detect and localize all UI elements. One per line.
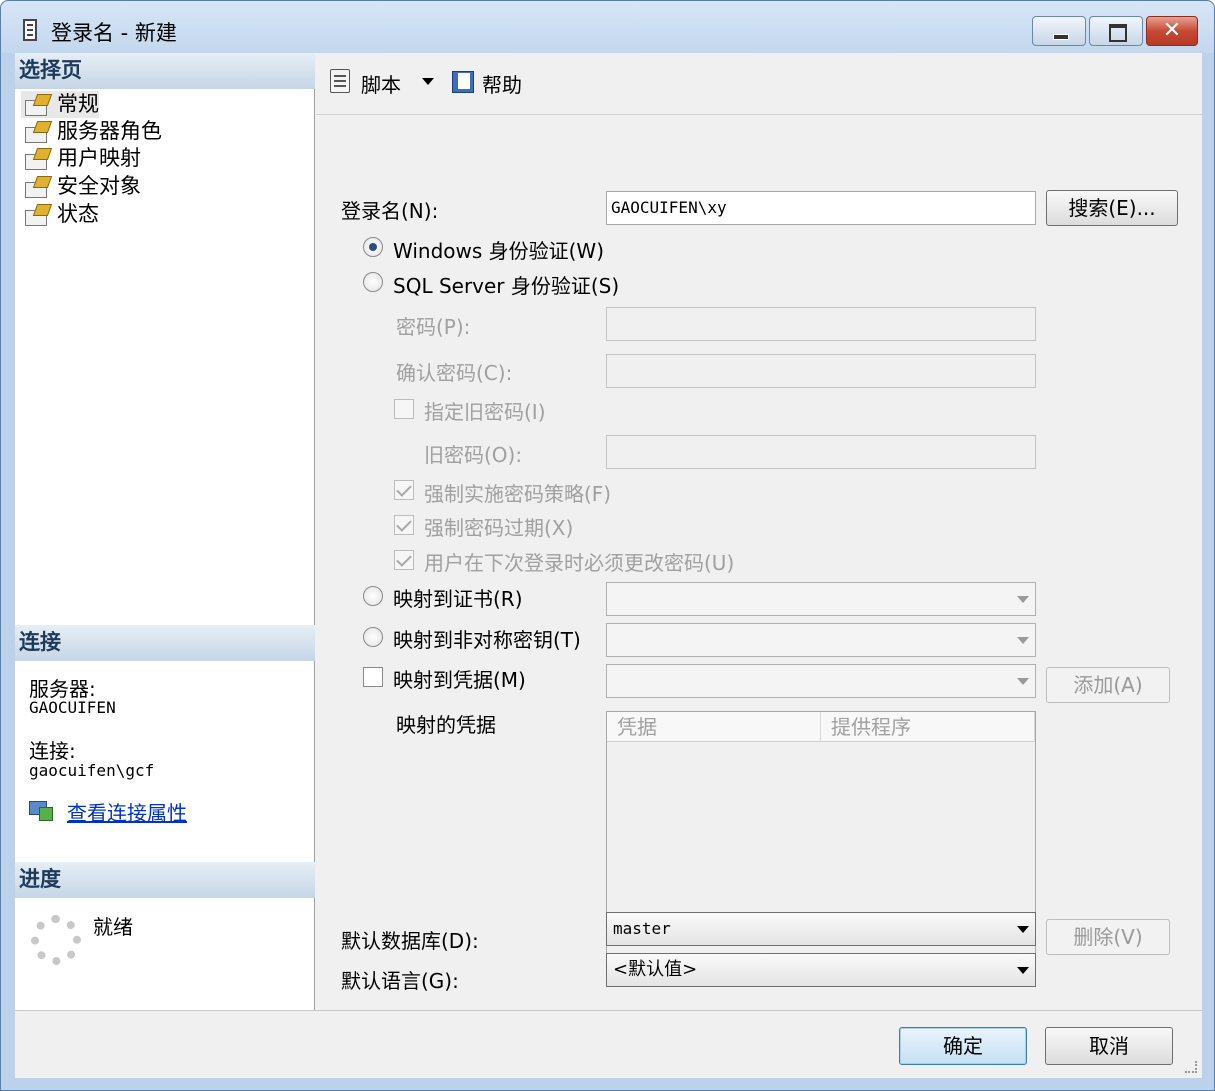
view-connection-properties-link[interactable]: 查看连接属性 <box>67 797 187 826</box>
chevron-down-icon[interactable] <box>422 78 434 85</box>
credential-select[interactable] <box>606 664 1036 698</box>
progress-status: 就绪 <box>93 915 133 939</box>
sql-auth-radio[interactable] <box>363 272 383 292</box>
page-icon <box>25 94 49 116</box>
search-button[interactable]: 搜索(E)... <box>1046 190 1178 226</box>
chevron-down-icon <box>1017 637 1029 644</box>
enforce-expiration-label: 强制密码过期(X) <box>424 516 574 540</box>
login-name-label: 登录名(N): <box>341 199 439 223</box>
login-name-input[interactable]: GAOCUIFEN\xy <box>606 191 1036 225</box>
dialog-client: 选择页 常规 服务器角色 用户映射 安全对象 状态 连接 服务器: GAOCUI… <box>15 53 1202 1078</box>
map-credential-checkbox[interactable] <box>363 667 383 687</box>
help-icon <box>450 67 476 95</box>
specify-old-password-label: 指定旧密码(I) <box>424 400 546 424</box>
grid-col-provider[interactable]: 提供程序 <box>821 712 1035 742</box>
certificate-select[interactable] <box>606 582 1036 616</box>
grid-col-credential[interactable]: 凭据 <box>607 712 821 742</box>
map-cert-label: 映射到证书(R) <box>393 587 523 611</box>
must-change-checkbox[interactable] <box>394 550 414 570</box>
chevron-down-icon <box>1017 678 1029 685</box>
windows-auth-label: Windows 身份验证(W) <box>393 239 605 263</box>
asymmetric-key-select[interactable] <box>606 623 1036 657</box>
default-database-label: 默认数据库(D): <box>341 929 479 953</box>
connection-properties-icon <box>29 799 55 823</box>
close-button[interactable]: ✕ <box>1146 16 1198 46</box>
script-button[interactable]: 脚本 <box>361 69 401 98</box>
password-label: 密码(P): <box>396 315 471 339</box>
enforce-expiration-checkbox[interactable] <box>394 515 414 535</box>
select-page-header: 选择页 <box>15 53 315 89</box>
page-icon <box>25 204 49 226</box>
old-password-input[interactable] <box>606 435 1036 469</box>
page-item-status[interactable]: 状态 <box>21 201 99 228</box>
enforce-policy-checkbox[interactable] <box>394 480 414 500</box>
mapped-credentials-label: 映射的凭据 <box>396 713 496 737</box>
map-cert-radio[interactable] <box>363 586 383 606</box>
chevron-down-icon <box>1017 596 1029 603</box>
chevron-down-icon <box>1017 967 1029 974</box>
password-input[interactable] <box>606 307 1036 341</box>
add-credential-button[interactable]: 添加(A) <box>1046 667 1170 703</box>
page-icon <box>25 121 49 143</box>
map-asym-key-radio[interactable] <box>363 627 383 647</box>
page-icon <box>25 148 49 170</box>
page-item-label: 状态 <box>57 202 99 226</box>
default-database-select[interactable]: master <box>606 912 1036 946</box>
title-bar[interactable]: 登录名 - 新建 ✕ <box>1 1 1214 53</box>
cancel-button[interactable]: 取消 <box>1045 1027 1173 1065</box>
page-icon <box>25 176 49 198</box>
default-language-label: 默认语言(G): <box>341 969 459 993</box>
minimize-button[interactable] <box>1032 16 1086 46</box>
specify-old-password-checkbox[interactable] <box>394 399 414 419</box>
resize-grip-icon[interactable] <box>1185 1061 1197 1073</box>
page-item-general[interactable]: 常规 <box>21 91 99 118</box>
page-item-user-mapping[interactable]: 用户映射 <box>21 145 141 172</box>
general-page-form: 登录名(N): GAOCUIFEN\xy 搜索(E)... Windows 身份… <box>316 115 1202 1010</box>
connection-label: 连接: <box>29 739 76 763</box>
sql-auth-label: SQL Server 身份验证(S) <box>393 274 620 298</box>
connection-value: gaocuifen\gcf <box>29 761 155 780</box>
confirm-password-label: 确认密码(C): <box>396 361 513 385</box>
page-item-securables[interactable]: 安全对象 <box>21 173 141 200</box>
server-value: GAOCUIFEN <box>29 698 116 717</box>
default-database-value: master <box>613 919 671 938</box>
default-language-select[interactable]: <默认值> <box>606 953 1036 987</box>
confirm-password-input[interactable] <box>606 354 1036 388</box>
left-pane: 选择页 常规 服务器角色 用户映射 安全对象 状态 连接 服务器: GAOCUI… <box>15 53 315 1010</box>
map-credential-label: 映射到凭据(M) <box>393 668 526 692</box>
button-bar: 确定 取消 <box>15 1010 1202 1078</box>
script-icon <box>328 67 354 95</box>
maximize-button[interactable] <box>1089 16 1143 46</box>
progress-header: 进度 <box>15 862 315 898</box>
window-title: 登录名 - 新建 <box>51 21 177 45</box>
login-new-dialog: 登录名 - 新建 ✕ 选择页 常规 服务器角色 用户映射 安全对象 状态 连接 … <box>0 0 1215 1091</box>
old-password-label: 旧密码(O): <box>424 443 523 467</box>
page-item-label: 服务器角色 <box>57 119 162 143</box>
ok-button[interactable]: 确定 <box>899 1027 1027 1065</box>
progress-spinner-icon <box>31 915 81 965</box>
windows-auth-radio[interactable] <box>363 237 383 257</box>
page-item-label: 常规 <box>57 92 99 116</box>
map-asym-key-label: 映射到非对称密钥(T) <box>393 628 581 652</box>
enforce-policy-label: 强制实施密码策略(F) <box>424 482 612 506</box>
document-icon <box>23 19 37 41</box>
page-item-server-roles[interactable]: 服务器角色 <box>21 118 162 145</box>
toolbar: 脚本 帮助 <box>316 53 1202 115</box>
connection-header: 连接 <box>15 625 315 661</box>
chevron-down-icon <box>1017 926 1029 933</box>
delete-credential-button[interactable]: 删除(V) <box>1046 919 1170 955</box>
must-change-label: 用户在下次登录时必须更改密码(U) <box>424 551 735 575</box>
default-language-value: <默认值> <box>613 959 698 980</box>
page-item-label: 安全对象 <box>57 174 141 198</box>
page-item-label: 用户映射 <box>57 146 141 170</box>
help-button[interactable]: 帮助 <box>482 69 522 98</box>
